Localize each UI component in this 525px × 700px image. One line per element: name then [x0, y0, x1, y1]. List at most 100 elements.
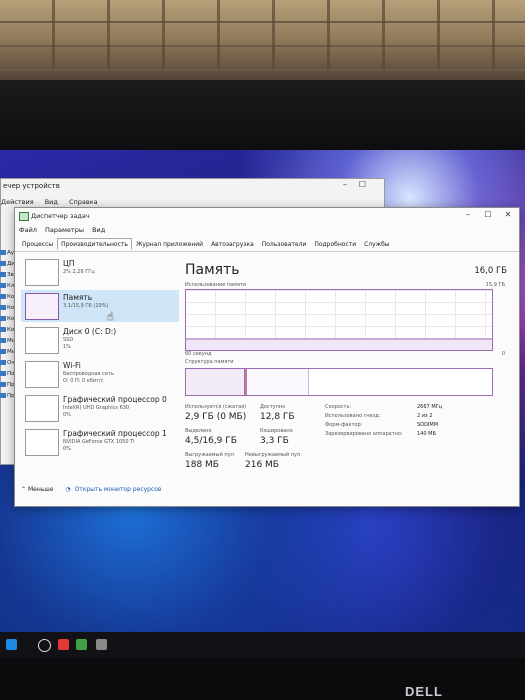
menu-view[interactable]: Вид [92, 226, 105, 234]
committed-value: 4,5/16,9 ГБ [185, 436, 237, 446]
resource-name: Диск 0 (C: D:) [63, 327, 117, 336]
form-factor-value: SODIMM [417, 422, 439, 428]
memory-composition-label: Структура памяти [185, 359, 234, 365]
task-manager-tabs: Процессы Производительность Журнал прило… [18, 238, 394, 250]
available-label: Доступно [260, 404, 286, 410]
resource-monitor-icon: ◔ [65, 486, 71, 493]
tab-users[interactable]: Пользователи [258, 238, 311, 250]
cached-value: 3,3 ГБ [260, 436, 289, 446]
memory-usage-graph [185, 289, 493, 351]
task-manager-title: Диспетчер задач [31, 212, 90, 220]
start-icon[interactable] [6, 639, 17, 650]
memory-total: 16,0 ГБ [474, 266, 507, 276]
memory-graph-time: 60 секунд [185, 351, 212, 357]
menu-actions[interactable]: Действия [1, 198, 34, 206]
resource-detail: 1% [63, 344, 71, 350]
resource-wifi[interactable]: Wi-Fi Беспроводная сеть О: 0 П: 0 кбит/с [21, 358, 179, 390]
device-manager-taskbar-icon[interactable] [96, 639, 107, 650]
speed-label: Скорость: [325, 404, 352, 410]
search-icon[interactable] [38, 639, 51, 652]
device-manager-title: ечер устройств [3, 182, 60, 190]
resource-detail: 3,1/15,9 ГБ (19%) [63, 303, 109, 309]
wifi-mini-graph [25, 361, 59, 388]
minimize-button[interactable]: – [461, 210, 475, 219]
memory-graph-max: 15,9 ГБ [485, 282, 505, 288]
opera-icon[interactable] [58, 639, 69, 650]
task-manager-titlebar[interactable]: Диспетчер задач – ☐ ✕ [15, 208, 519, 224]
speed-value: 2667 МГц [417, 404, 443, 410]
memory-panel: Память 16,0 ГБ Использование памяти 15,9… [185, 258, 513, 498]
resource-name: Память [63, 293, 93, 302]
resource-gpu0[interactable]: Графический процессор 0 Intel(R) UHD Gra… [21, 392, 179, 424]
nonpaged-pool-value: 216 МБ [245, 460, 279, 470]
close-button[interactable]: ✕ [501, 210, 515, 219]
resource-gpu1[interactable]: Графический процессор 1 NVIDIA GeForce G… [21, 426, 179, 458]
in-use-label: Используется (сжатая) [185, 404, 247, 410]
tab-processes[interactable]: Процессы [18, 238, 57, 250]
menu-help[interactable]: Справка [69, 198, 98, 206]
in-use-value: 2,9 ГБ (0 МБ) [185, 412, 247, 422]
cpu-mini-graph [25, 259, 59, 286]
open-resource-monitor-link[interactable]: Открыть монитор ресурсов [75, 486, 162, 493]
task-manager-window[interactable]: Диспетчер задач – ☐ ✕ Файл Параметры Вид… [14, 207, 520, 507]
form-factor-label: Форм-фактор: [325, 422, 363, 428]
tab-app-history[interactable]: Журнал приложений [132, 238, 207, 250]
memory-usage-fill [186, 339, 492, 350]
resource-list: ЦП 2% 2,26 ГГц Память 3,1/15,9 ГБ (19%) … [21, 256, 179, 466]
resource-detail: Беспроводная сеть [63, 371, 114, 377]
memory-graph-label: Использование памяти [185, 282, 247, 288]
resource-detail: NVIDIA GeForce GTX 1050 Ti [63, 439, 135, 445]
dell-logo: DELL [405, 684, 443, 699]
monitor-bezel-top [0, 80, 525, 150]
tab-details[interactable]: Подробности [310, 238, 360, 250]
composition-standby [247, 369, 309, 395]
menu-view[interactable]: Вид [45, 198, 58, 206]
resource-detail: 0% [63, 446, 71, 452]
resource-memory[interactable]: Память 3,1/15,9 ГБ (19%) ☝ [21, 290, 179, 323]
resource-detail: SSD [63, 337, 74, 343]
resource-detail: 0% [63, 412, 71, 418]
resource-disk[interactable]: Диск 0 (C: D:) SSD 1% [21, 324, 179, 356]
slots-value: 2 из 2 [417, 413, 433, 419]
task-manager-footer: ⌃ Меньше ◔ Открыть монитор ресурсов [21, 486, 161, 493]
nonpaged-pool-label: Невыгружаемый пул [245, 452, 301, 458]
resource-detail: О: 0 П: 0 кбит/с [63, 378, 104, 384]
task-manager-icon [19, 212, 29, 221]
tab-services[interactable]: Службы [360, 238, 393, 250]
chrome-icon[interactable] [76, 639, 87, 650]
memory-composition-bar [185, 368, 493, 396]
taskbar [0, 632, 525, 658]
tab-performance[interactable]: Производительность [57, 238, 132, 250]
brick-joints [0, 0, 525, 70]
paged-pool-value: 188 МБ [185, 460, 219, 470]
cached-label: Кэшировано [260, 428, 293, 434]
menu-options[interactable]: Параметры [45, 226, 84, 234]
hand-cursor-icon: ☝ [107, 310, 114, 323]
tab-divider [15, 251, 519, 252]
reserved-value: 140 МБ [417, 431, 436, 437]
paged-pool-label: Выгружаемый пул [185, 452, 234, 458]
gpu1-mini-graph [25, 429, 59, 456]
resource-name: ЦП [63, 259, 75, 268]
chevron-up-icon[interactable]: ⌃ [21, 486, 26, 493]
resource-detail: Intel(R) UHD Graphics 630 [63, 405, 130, 411]
device-manager-window-controls[interactable]: –☐ [343, 180, 378, 189]
resource-name: Графический процессор 1 [63, 429, 167, 438]
committed-label: Выделено [185, 428, 212, 434]
resource-name: Wi-Fi [63, 361, 81, 370]
menu-file[interactable]: Файл [19, 226, 37, 234]
task-manager-menubar: Файл Параметры Вид [19, 226, 111, 234]
memory-title: Память [185, 262, 240, 278]
resource-detail: 2% 2,26 ГГц [63, 269, 95, 275]
resource-name: Графический процессор 0 [63, 395, 167, 404]
fewer-details-link[interactable]: Меньше [28, 486, 54, 493]
tab-startup[interactable]: Автозагрузка [207, 238, 258, 250]
gpu0-mini-graph [25, 395, 59, 422]
slots-label: Использовано гнезд: [325, 413, 381, 419]
composition-in-use [186, 369, 245, 395]
available-value: 12,8 ГБ [260, 412, 295, 422]
resource-cpu[interactable]: ЦП 2% 2,26 ГГц [21, 256, 179, 288]
maximize-button[interactable]: ☐ [481, 210, 495, 219]
memory-graph-min: 0 [501, 351, 505, 357]
disk-mini-graph [25, 327, 59, 354]
